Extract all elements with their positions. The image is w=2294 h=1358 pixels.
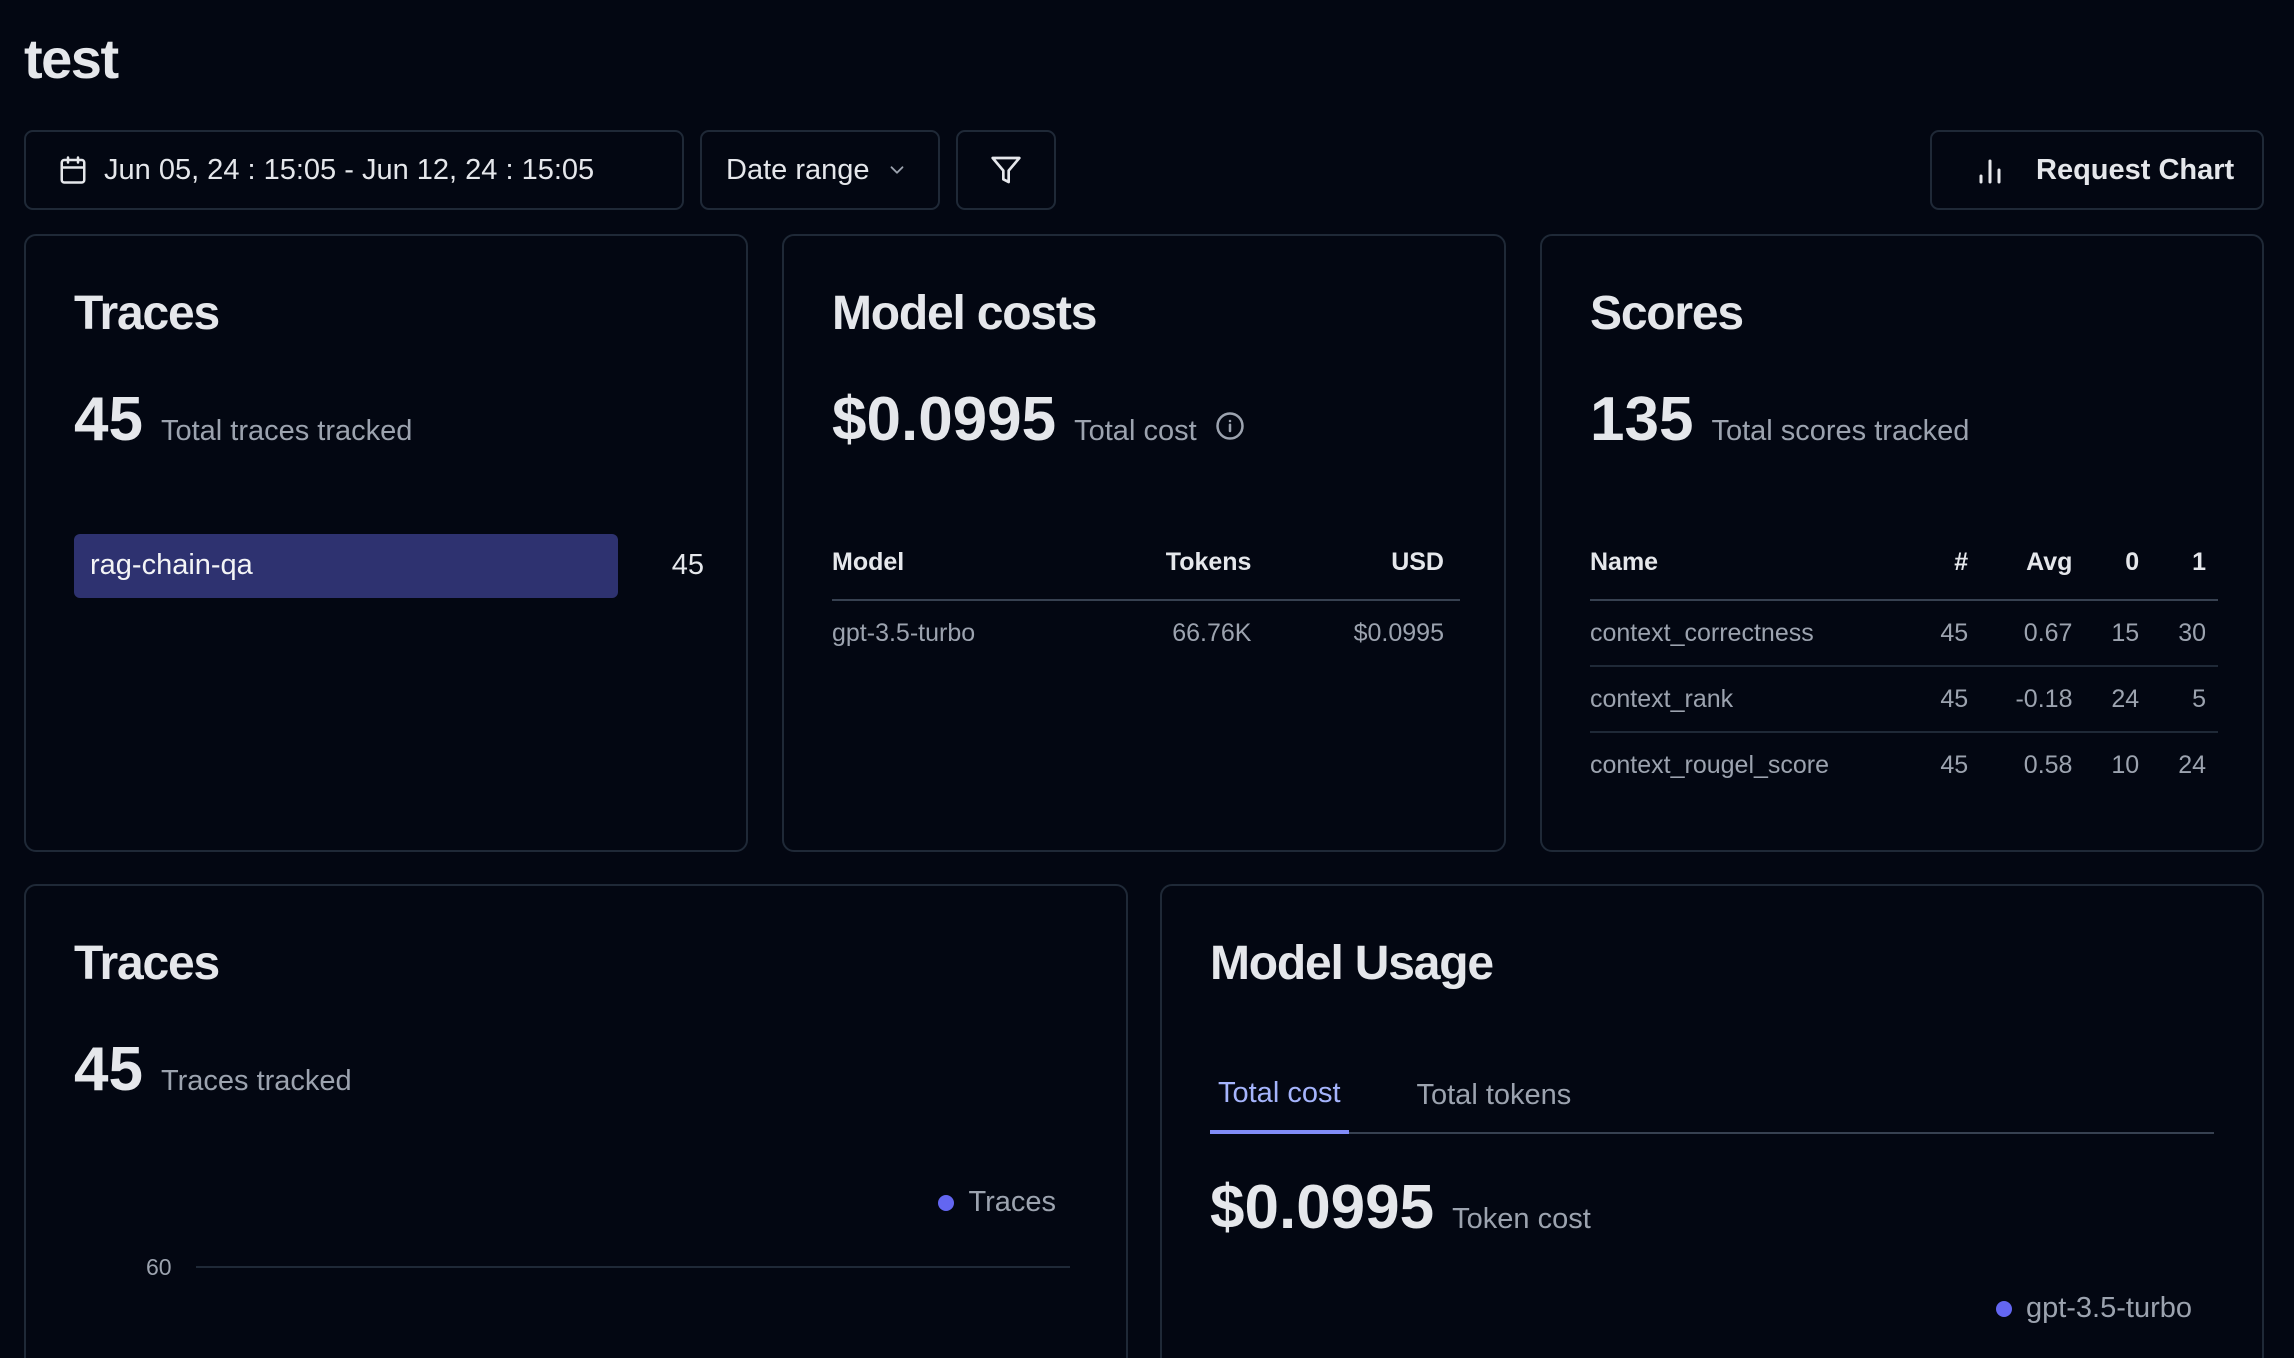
traces-metric: 45 Total traces tracked: [74, 384, 412, 455]
date-range-select[interactable]: Date range: [700, 130, 940, 210]
cell-count: 45: [1913, 600, 1981, 667]
metric-value: 45: [74, 385, 143, 454]
metric-value: $0.0995: [832, 385, 1057, 454]
table-row: gpt-3.5-turbo 66.76K $0.0995: [832, 600, 1460, 666]
scores-card: Scores 135 Total scores tracked Name # A…: [1540, 234, 2264, 852]
traces-chart-metric: 45 Traces tracked: [74, 1034, 352, 1105]
filter-button[interactable]: [956, 130, 1056, 210]
info-icon[interactable]: [1215, 411, 1245, 441]
metric-label: Token cost: [1452, 1203, 1591, 1235]
metric-label: Traces tracked: [160, 1065, 352, 1097]
cell-name: context_rougel_score: [1590, 751, 1830, 779]
request-chart-label: Request Chart: [2036, 153, 2235, 186]
column-header-count: #: [1913, 526, 1981, 601]
gridline: [196, 1266, 1070, 1268]
metric-value: $0.0995: [1210, 1173, 1435, 1242]
table-row: context_rougel_score 45 0.58 10 24: [1590, 732, 2218, 798]
cell-avg: 0.58: [2023, 751, 2073, 779]
card-title: Traces: [74, 937, 220, 990]
metric-label: Total scores tracked: [1711, 415, 1970, 447]
request-chart-button[interactable]: Request Chart: [1930, 130, 2264, 210]
date-range-picker[interactable]: Jun 05, 24 : 15:05 - Jun 12, 24 : 15:05: [24, 130, 684, 210]
cell-one: 5: [2151, 666, 2218, 733]
column-header-usd: USD: [1267, 526, 1460, 601]
cell-zero: 24: [2084, 666, 2152, 733]
cell-avg: 0.67: [1980, 600, 2085, 667]
cell-count: 45: [1940, 751, 1969, 779]
column-header-one: 1: [2151, 526, 2218, 601]
model-costs-card: Model costs $0.0995 Total cost Model Tok…: [782, 234, 1506, 852]
bar-chart-icon: [1979, 159, 2001, 184]
cell-zero: 15: [2084, 600, 2152, 667]
card-title: Traces: [74, 287, 220, 340]
metric-value: 45: [74, 1035, 143, 1104]
tab-total-cost[interactable]: Total cost: [1210, 1056, 1349, 1134]
model-costs-table: Model Tokens USD gpt-3.5-turbo 66.76K $0…: [832, 526, 1460, 666]
model-usage-card: Model Usage Total cost Total tokens $0.0…: [1160, 884, 2264, 1358]
calendar-icon: [60, 156, 86, 184]
card-title: Scores: [1590, 287, 1744, 340]
trace-bar-row[interactable]: rag-chain-qa 45: [74, 534, 704, 598]
trace-bar-value: 45: [671, 549, 704, 581]
chevron-down-icon: [890, 166, 903, 174]
metric-value: 135: [1590, 385, 1694, 454]
legend-label: gpt-3.5-turbo: [2025, 1292, 2192, 1324]
cell-name: context_rank: [1590, 666, 1914, 733]
date-range-value: Jun 05, 24 : 15:05 - Jun 12, 24 : 15:05: [104, 153, 595, 186]
cell-one: 24: [2178, 751, 2206, 779]
cell-model: gpt-3.5-turbo: [832, 619, 976, 647]
date-range-select-label: Date range: [726, 153, 870, 186]
cell-zero: 10: [2111, 751, 2140, 779]
cell-usd: $0.0995: [1353, 619, 1444, 647]
column-header-tokens: Tokens: [1082, 526, 1268, 601]
column-header-zero: 0: [2084, 526, 2152, 601]
table-row: context_correctness 45 0.67 15 30: [1590, 600, 2218, 667]
y-axis-tick: 60: [146, 1254, 172, 1280]
filter-icon: [991, 156, 1021, 184]
model-costs-metric: $0.0995 Total cost: [832, 384, 1245, 455]
page-title: test: [24, 27, 119, 90]
table-row: context_rank 45 -0.18 24 5: [1590, 666, 2218, 733]
metric-label: Total cost: [1074, 415, 1197, 447]
metric-label: Total traces tracked: [160, 415, 413, 447]
legend-dot: [938, 1194, 955, 1211]
legend-label: Traces: [968, 1186, 1056, 1218]
cell-tokens: 66.76K: [1172, 619, 1252, 647]
scores-metric: 135 Total scores tracked: [1590, 384, 1969, 455]
chart-legend: gpt-3.5-turbo: [1995, 1292, 2192, 1325]
column-header-name: Name: [1590, 526, 1914, 601]
column-header-model: Model: [832, 526, 1083, 601]
cell-one: 30: [2151, 600, 2218, 667]
model-usage-metric: $0.0995 Token cost: [1210, 1172, 1591, 1243]
card-title: Model Usage: [1210, 937, 1494, 990]
trace-bar-label: rag-chain-qa: [90, 549, 253, 581]
cell-name: context_correctness: [1590, 600, 1914, 667]
chart-legend: Traces: [938, 1186, 1056, 1219]
column-header-avg: Avg: [1980, 526, 2085, 601]
traces-chart-card: Traces 45 Traces tracked Traces 60: [24, 884, 1128, 1358]
cell-count: 45: [1913, 666, 1981, 733]
cell-avg: -0.18: [1980, 666, 2085, 733]
scores-table: Name # Avg 0 1 context_correctness 45 0.…: [1590, 526, 2218, 798]
dashboard-page: test Jun 05, 24 : 15:05 - Jun 12, 24 : 1…: [0, 0, 2294, 1358]
legend-dot: [1995, 1300, 2012, 1317]
traces-card: Traces 45 Total traces tracked rag-chain…: [24, 234, 748, 852]
card-title: Model costs: [832, 287, 1097, 340]
usage-tabs: Total cost Total tokens: [1210, 1056, 2214, 1134]
tab-total-tokens[interactable]: Total tokens: [1409, 1056, 1580, 1134]
